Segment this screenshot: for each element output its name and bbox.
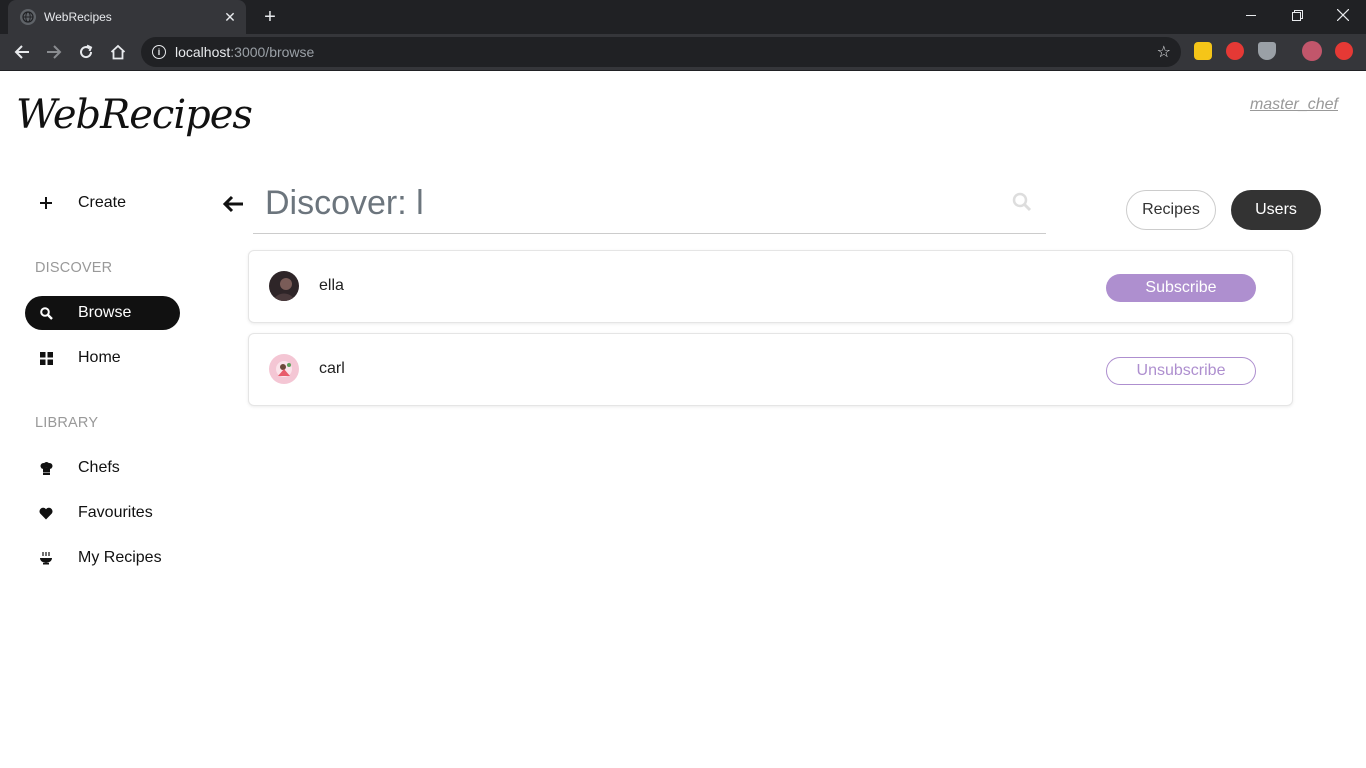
avatar[interactable] xyxy=(269,354,299,384)
sidebar-item-home[interactable]: Home xyxy=(25,341,180,375)
bowl-icon xyxy=(25,551,67,565)
extension-shield-icon[interactable] xyxy=(1258,42,1276,60)
sidebar-item-label: My Recipes xyxy=(78,549,162,566)
bookmark-star-icon[interactable]: ☆ xyxy=(1157,42,1171,62)
sidebar-item-browse[interactable]: Browse xyxy=(25,296,180,330)
sidebar-item-label: Chefs xyxy=(78,459,120,476)
sidebar-item-label: Browse xyxy=(78,304,132,321)
address-bar[interactable]: i localhost:3000/browse ☆ xyxy=(141,37,1181,67)
unsubscribe-button[interactable]: Unsubscribe xyxy=(1106,357,1256,385)
sidebar-item-chefs[interactable]: Chefs xyxy=(25,451,180,485)
subscribe-button[interactable]: Subscribe xyxy=(1106,274,1256,302)
tab-close-icon[interactable]: ✕ xyxy=(220,7,240,27)
list-item: ella Subscribe xyxy=(248,250,1293,323)
restore-button[interactable] xyxy=(1274,0,1320,30)
app-logo[interactable]: WebRecipes xyxy=(16,92,253,138)
site-info-icon[interactable]: i xyxy=(152,45,166,59)
grid-icon xyxy=(25,351,67,365)
update-icon[interactable] xyxy=(1335,42,1353,60)
tab-title: WebRecipes xyxy=(44,10,112,24)
list-item: carl Unsubscribe xyxy=(248,333,1293,406)
user-name[interactable]: ella xyxy=(319,277,344,295)
users-toggle-button[interactable]: Users xyxy=(1231,190,1321,230)
search-icon[interactable] xyxy=(1012,192,1032,217)
browser-tab[interactable]: WebRecipes ✕ xyxy=(8,0,246,34)
heart-icon xyxy=(25,507,67,520)
browser-tab-bar: WebRecipes ✕ + xyxy=(0,0,1366,34)
browser-toolbar: i localhost:3000/browse ☆ xyxy=(0,34,1366,71)
chef-hat-icon xyxy=(25,461,67,475)
reload-icon[interactable] xyxy=(72,38,100,66)
library-heading: LIBRARY xyxy=(35,415,99,431)
current-user-link[interactable]: master_chef xyxy=(1250,96,1338,114)
home-icon[interactable] xyxy=(104,38,132,66)
minimize-button[interactable] xyxy=(1228,0,1274,30)
user-name[interactable]: carl xyxy=(319,360,345,378)
sidebar-item-my-recipes[interactable]: My Recipes xyxy=(25,541,180,575)
avatar[interactable] xyxy=(269,271,299,301)
create-button[interactable]: Create xyxy=(25,186,180,220)
search-icon xyxy=(25,306,67,320)
sidebar-item-label: Home xyxy=(78,349,121,366)
extension-notes-icon[interactable] xyxy=(1194,42,1212,60)
create-label: Create xyxy=(78,194,127,211)
search-query: Discover: l xyxy=(265,184,424,222)
back-arrow-icon[interactable] xyxy=(222,192,244,220)
forward-icon[interactable] xyxy=(40,38,68,66)
discover-heading: DISCOVER xyxy=(35,260,113,276)
extension-stop-icon[interactable] xyxy=(1226,42,1244,60)
plus-icon xyxy=(25,196,67,210)
sidebar-item-label: Favourites xyxy=(78,504,153,521)
back-icon[interactable] xyxy=(8,38,36,66)
search-input[interactable]: Discover: l xyxy=(253,172,1046,234)
profile-avatar[interactable] xyxy=(1302,41,1322,61)
new-tab-button[interactable]: + xyxy=(258,5,282,29)
close-window-button[interactable] xyxy=(1320,0,1366,30)
sidebar-item-favourites[interactable]: Favourites xyxy=(25,496,180,530)
recipes-toggle-button[interactable]: Recipes xyxy=(1126,190,1216,230)
globe-icon xyxy=(20,9,36,25)
url-text: localhost:3000/browse xyxy=(175,44,315,60)
